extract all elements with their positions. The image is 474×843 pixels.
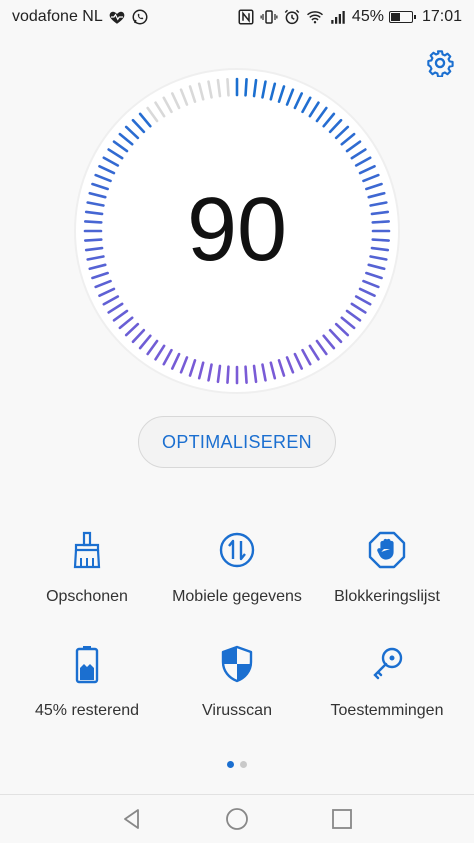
navigation-bar bbox=[0, 794, 474, 843]
tile-label: Toestemmingen bbox=[330, 702, 444, 719]
home-circle-icon bbox=[226, 808, 248, 830]
clock-time: 17:01 bbox=[421, 8, 462, 25]
battery-percent: 45% bbox=[351, 8, 384, 25]
page-dot-active[interactable] bbox=[227, 761, 234, 768]
battery-icon bbox=[388, 11, 416, 23]
alarm-icon bbox=[283, 8, 301, 26]
home-button[interactable] bbox=[217, 803, 257, 835]
dial-tick-filled bbox=[244, 365, 248, 385]
status-right: 45% 17:01 bbox=[237, 8, 462, 26]
status-bar: vodafone NL 45% 17:01 bbox=[0, 0, 474, 34]
tile-mobile-data[interactable]: Mobiele gegevens bbox=[158, 524, 316, 624]
block-hand-icon bbox=[367, 530, 407, 570]
back-triangle-icon bbox=[124, 809, 139, 829]
shield-icon bbox=[217, 644, 257, 684]
settings-button[interactable] bbox=[423, 46, 457, 80]
vibrate-icon bbox=[260, 8, 278, 26]
page-dot[interactable] bbox=[240, 761, 247, 768]
heart-health-icon bbox=[108, 8, 126, 26]
recents-square-icon bbox=[332, 809, 352, 829]
nfc-icon bbox=[237, 8, 255, 26]
data-transfer-icon bbox=[217, 530, 257, 570]
optimize-button[interactable]: OPTIMALISEREN bbox=[138, 416, 336, 468]
whatsapp-icon bbox=[131, 8, 149, 26]
dial-tick-empty bbox=[226, 78, 230, 97]
carrier-name: vodafone NL bbox=[12, 8, 103, 25]
wifi-icon bbox=[306, 8, 324, 26]
tile-virusscan[interactable]: Virusscan bbox=[158, 638, 316, 738]
tile-battery[interactable]: 45% resterend bbox=[8, 638, 166, 738]
key-icon bbox=[367, 644, 407, 684]
battery-fill bbox=[390, 13, 400, 21]
broom-icon bbox=[67, 530, 107, 570]
tile-blocklist[interactable]: Blokkeringslijst bbox=[308, 524, 466, 624]
tile-cleanup[interactable]: Opschonen bbox=[8, 524, 166, 624]
dial-tick-filled bbox=[226, 365, 230, 385]
tile-label: Opschonen bbox=[46, 588, 128, 605]
gear-icon bbox=[427, 50, 454, 77]
signal-icon bbox=[329, 8, 347, 26]
page-indicator bbox=[0, 761, 474, 768]
dial-tick-filled bbox=[244, 78, 248, 97]
tile-permissions[interactable]: Toestemmingen bbox=[308, 638, 466, 738]
back-button[interactable] bbox=[112, 803, 152, 835]
recents-button[interactable] bbox=[322, 803, 362, 835]
tile-label: Blokkeringslijst bbox=[334, 588, 440, 605]
optimization-score: 90 bbox=[186, 180, 288, 280]
tile-label: 45% resterend bbox=[34, 702, 140, 719]
tile-label: Mobiele gegevens bbox=[172, 588, 302, 605]
tile-label: Virusscan bbox=[202, 702, 272, 719]
status-left: vodafone NL bbox=[12, 8, 149, 26]
battery-icon bbox=[67, 644, 107, 684]
